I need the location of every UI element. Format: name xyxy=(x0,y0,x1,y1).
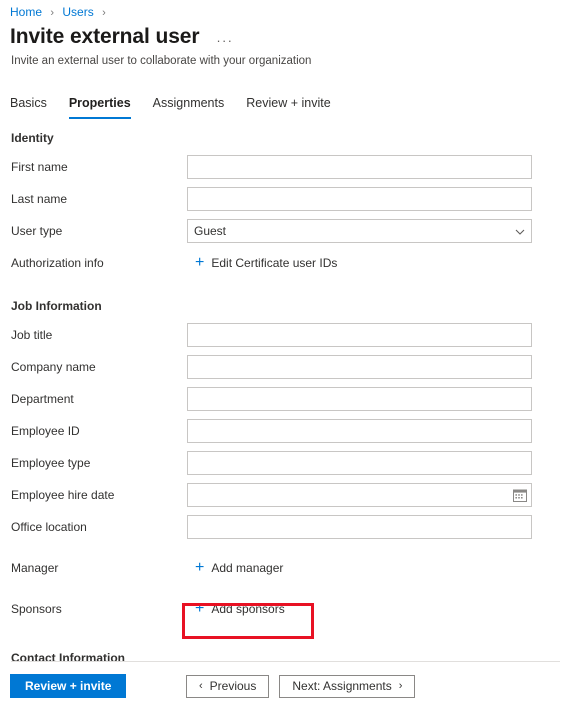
calendar-icon[interactable] xyxy=(512,487,528,503)
employee-id-input[interactable] xyxy=(187,419,532,443)
add-manager-label: Add manager xyxy=(211,561,284,575)
breadcrumb: Home › Users › xyxy=(10,4,111,21)
field-row-department: Department xyxy=(0,384,571,414)
job-title-input[interactable] xyxy=(187,323,532,347)
label-department: Department xyxy=(11,392,74,406)
review-invite-button[interactable]: Review + invite xyxy=(10,674,127,698)
field-row-first-name: First name xyxy=(0,152,571,182)
properties-form: Identity First name Last name User type … xyxy=(0,130,571,658)
employee-hire-date-wrap xyxy=(187,483,532,507)
field-row-office-location: Office location xyxy=(0,512,571,542)
page-subtitle: Invite an external user to collaborate w… xyxy=(11,55,312,67)
field-row-sponsors: Sponsors + Add sponsors xyxy=(0,594,571,624)
add-sponsors-label: Add sponsors xyxy=(211,602,285,616)
tab-review-invite[interactable]: Review + invite xyxy=(246,95,330,119)
page-title: Invite external user xyxy=(10,25,200,48)
user-type-select-wrap[interactable] xyxy=(187,219,532,243)
field-row-employee-hire-date: Employee hire date xyxy=(0,480,571,510)
title-row: Invite external user ··· xyxy=(10,24,233,50)
label-last-name: Last name xyxy=(11,192,68,206)
breadcrumb-item-home[interactable]: Home xyxy=(10,5,42,19)
section-heading-job-information: Job Information xyxy=(11,299,102,313)
more-options-icon[interactable]: ··· xyxy=(216,27,233,48)
plus-icon: + xyxy=(195,254,205,271)
chevron-right-icon: › xyxy=(398,679,403,692)
label-employee-hire-date: Employee hire date xyxy=(11,488,115,502)
label-employee-type: Employee type xyxy=(11,456,91,470)
field-row-user-type: User type xyxy=(0,216,571,246)
label-manager: Manager xyxy=(11,561,59,575)
label-company-name: Company name xyxy=(11,360,96,374)
add-manager-button[interactable]: + Add manager xyxy=(187,556,283,580)
label-sponsors: Sponsors xyxy=(11,602,62,616)
label-employee-id: Employee ID xyxy=(11,424,80,438)
next-label: Next: Assignments xyxy=(292,678,392,693)
field-row-company-name: Company name xyxy=(0,352,571,382)
tab-properties[interactable]: Properties xyxy=(68,95,131,119)
label-job-title: Job title xyxy=(11,328,53,342)
plus-icon: + xyxy=(195,600,205,617)
label-first-name: First name xyxy=(11,160,68,174)
previous-label: Previous xyxy=(209,678,257,693)
wizard-nav-group: ‹ Previous Next: Assignments › xyxy=(186,674,416,698)
label-authorization-info: Authorization info xyxy=(11,256,104,270)
chevron-left-icon: ‹ xyxy=(199,679,203,692)
label-user-type: User type xyxy=(11,224,63,238)
field-row-manager: Manager + Add manager xyxy=(0,553,571,583)
first-name-input[interactable] xyxy=(187,155,532,179)
employee-hire-date-input[interactable] xyxy=(187,483,532,507)
employee-type-input[interactable] xyxy=(187,451,532,475)
wizard-footer: Review + invite ‹ Previous Next: Assignm… xyxy=(0,662,571,710)
last-name-input[interactable] xyxy=(187,187,532,211)
company-name-input[interactable] xyxy=(187,355,532,379)
tab-assignments[interactable]: Assignments xyxy=(153,95,225,119)
wizard-tabs: Basics Properties Assignments Review + i… xyxy=(10,89,353,119)
breadcrumb-separator-icon-2: › xyxy=(102,7,106,19)
invite-external-user-page: Home › Users › Invite external user ··· … xyxy=(0,0,571,710)
add-sponsors-button[interactable]: + Add sponsors xyxy=(187,597,285,621)
section-heading-identity: Identity xyxy=(11,131,54,145)
edit-certificate-user-ids-label: Edit Certificate user IDs xyxy=(211,256,338,270)
field-row-authorization-info: Authorization info + Edit Certificate us… xyxy=(0,248,571,278)
breadcrumb-item-users[interactable]: Users xyxy=(62,5,93,19)
office-location-input[interactable] xyxy=(187,515,532,539)
field-row-employee-id: Employee ID xyxy=(0,416,571,446)
edit-certificate-user-ids-button[interactable]: + Edit Certificate user IDs xyxy=(187,251,337,275)
previous-button[interactable]: ‹ Previous xyxy=(186,674,270,698)
plus-icon: + xyxy=(195,559,205,576)
field-row-employee-type: Employee type xyxy=(0,448,571,478)
field-row-last-name: Last name xyxy=(0,184,571,214)
user-type-select[interactable] xyxy=(187,219,532,243)
breadcrumb-separator-icon: › xyxy=(50,7,55,19)
field-row-job-title: Job title xyxy=(0,320,571,350)
label-office-location: Office location xyxy=(11,520,87,534)
next-assignments-button[interactable]: Next: Assignments › xyxy=(279,674,416,698)
department-input[interactable] xyxy=(187,387,532,411)
tab-basics[interactable]: Basics xyxy=(10,95,47,119)
